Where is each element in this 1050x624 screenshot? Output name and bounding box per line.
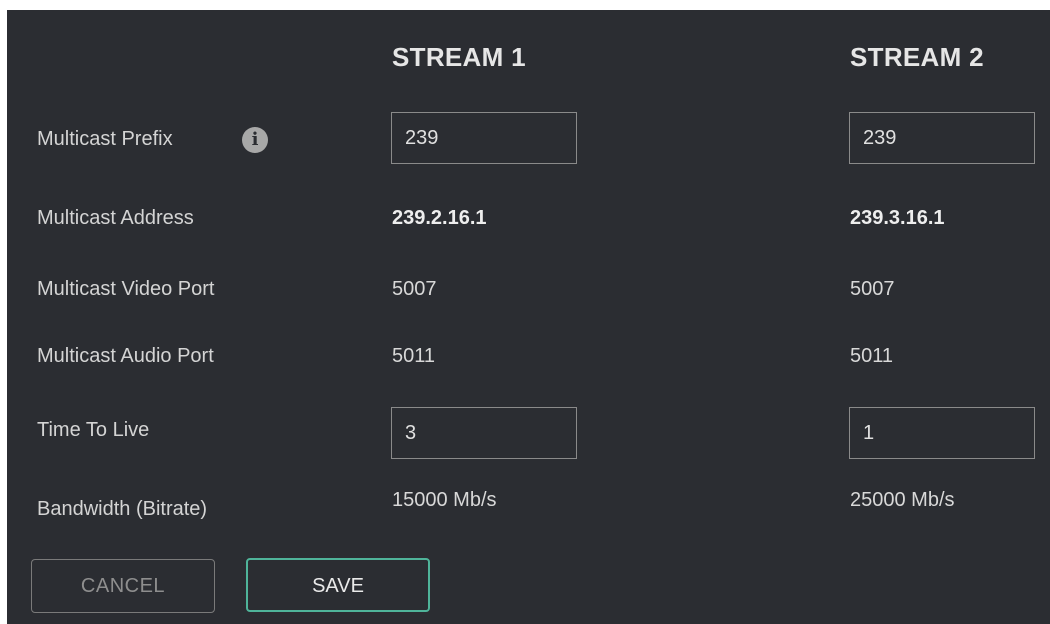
cancel-button[interactable]: CANCEL [31,559,215,613]
bandwidth-label: Bandwidth (Bitrate) [37,498,208,520]
multicast-address-label: Multicast Address [37,207,194,229]
stream-2-multicast-video-port: 5007 [850,278,895,300]
stream-1-multicast-audio-port: 5011 [392,345,436,367]
stream-1-time-to-live-input[interactable]: 3 [391,407,577,459]
multicast-audio-port-label: Multicast Audio Port [37,345,214,367]
stream-2-multicast-address: 239.3.16.1 [850,207,945,229]
time-to-live-label: Time To Live [37,419,150,441]
stream-2-header: STREAM 2 [850,42,984,72]
multicast-video-port-label: Multicast Video Port [37,278,215,300]
multicast-prefix-label: Multicast Prefix [37,128,173,150]
stream-2-multicast-audio-port: 5011 [850,345,894,367]
stream-1-header: STREAM 1 [392,42,526,72]
stream-2-bandwidth: 25000 Mb/s [850,489,955,511]
stream-2-multicast-prefix-input[interactable]: 239 [849,112,1035,164]
save-button[interactable]: SAVE [246,558,430,612]
stream-2-time-to-live-input[interactable]: 1 [849,407,1035,459]
stream-1-bandwidth: 15000 Mb/s [392,489,497,511]
stream-1-multicast-prefix-input[interactable]: 239 [391,112,577,164]
info-icon[interactable]: i [242,127,268,153]
stream-1-multicast-video-port: 5007 [392,278,437,300]
stream-1-multicast-address: 239.2.16.1 [392,207,487,229]
multicast-settings-panel: STREAM 1 STREAM 2 Multicast Prefix i 239… [7,10,1050,624]
